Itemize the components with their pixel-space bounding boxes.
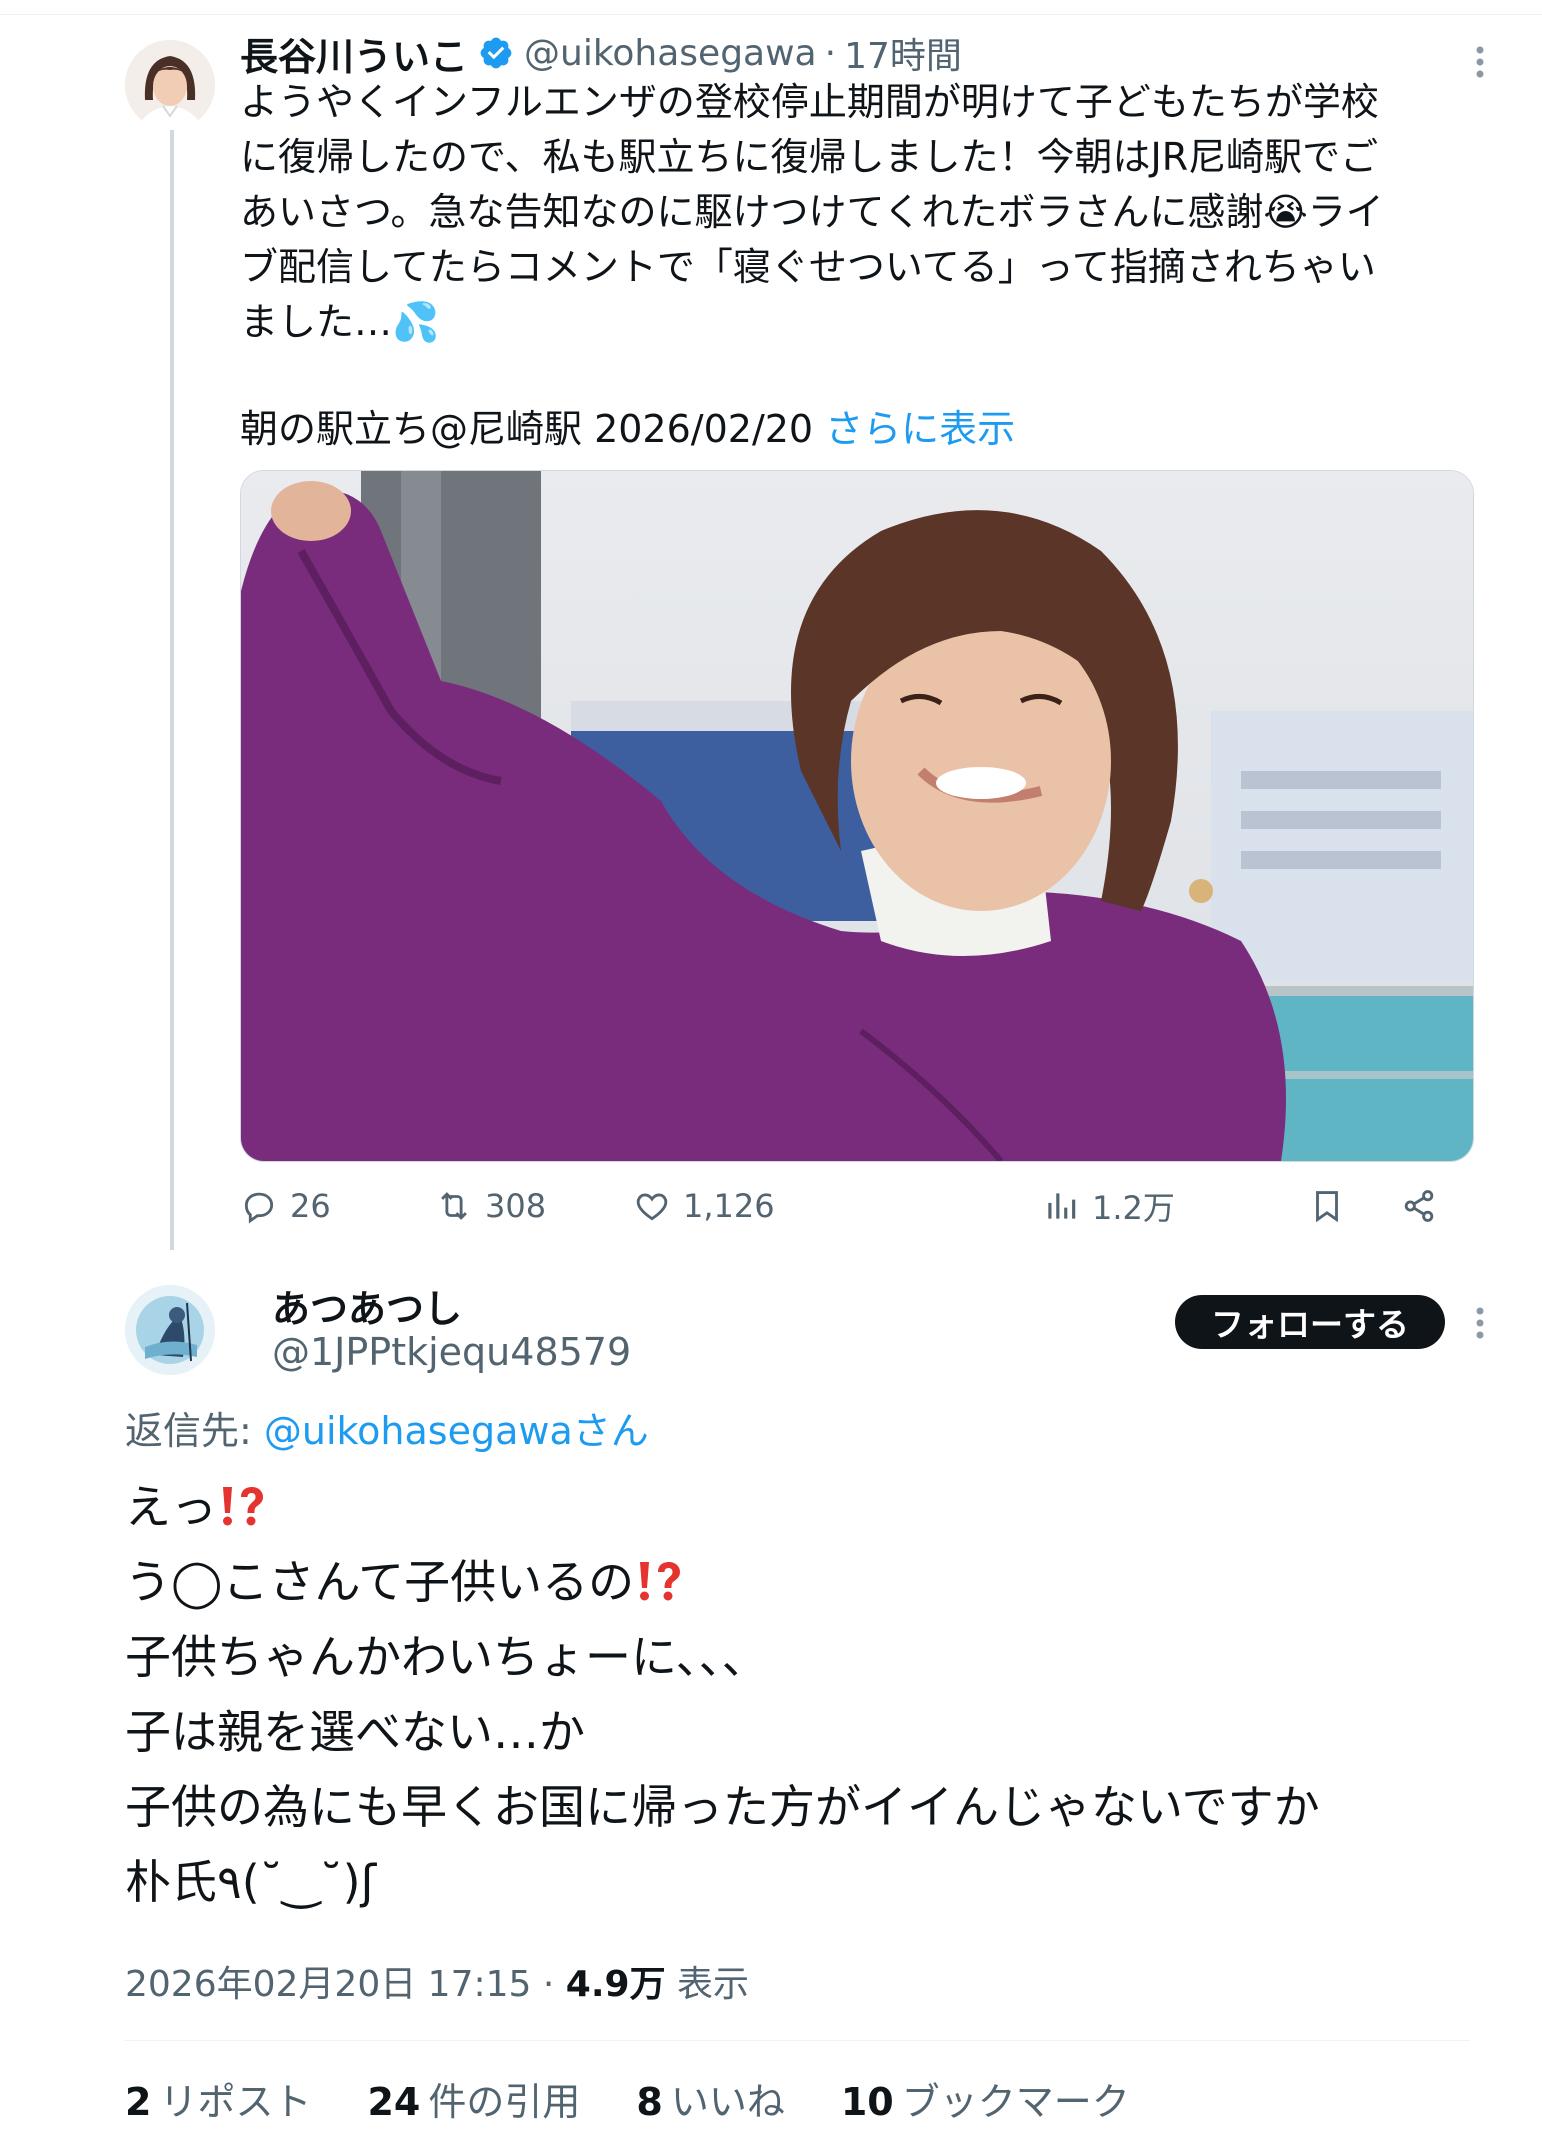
retweet-button[interactable]: 308 bbox=[435, 1180, 546, 1232]
bookmarks-label: ブックマーク bbox=[901, 2079, 1130, 2124]
quotes-label: 件の引用 bbox=[428, 2079, 581, 2124]
views-button[interactable]: 1.2万 bbox=[1042, 1180, 1175, 1232]
reposts-label: リポスト bbox=[159, 2079, 312, 2124]
retweet-count: 308 bbox=[485, 1187, 547, 1225]
reply-line: 朴氏٩(˘‿˘)ʃ bbox=[125, 1855, 377, 1909]
bookmark-icon bbox=[1316, 1191, 1338, 1223]
bookmark-button[interactable] bbox=[1308, 1180, 1358, 1232]
replying-to: 返信先: @uikohasegawaさん bbox=[125, 1400, 649, 1455]
reply-author-name[interactable]: あつあつし bbox=[272, 1278, 462, 1333]
replying-mention[interactable]: @uikohasegawaさん bbox=[264, 1409, 649, 1453]
thread-connector bbox=[170, 120, 174, 1250]
reply-icon bbox=[244, 1192, 274, 1224]
views-icon bbox=[1048, 1193, 1076, 1219]
author-avatar[interactable] bbox=[125, 40, 215, 130]
tweet-text: ようやくインフルエンザの登校停止期間が明けて子どもたちが学校 に復帰したので、私… bbox=[240, 80, 1384, 344]
reply-count: 26 bbox=[290, 1187, 331, 1225]
reply-line: う◯こさんて子供いるの bbox=[125, 1545, 1485, 1620]
like-icon bbox=[636, 1193, 668, 1221]
tweet-footer-text: 朝の駅立ち@尼崎駅 2026/02/20 bbox=[240, 407, 814, 451]
like-button[interactable]: 1,126 bbox=[633, 1180, 775, 1232]
exclamation-question-icon bbox=[223, 1487, 263, 1526]
author-handle[interactable]: @uikohasegawa bbox=[524, 33, 817, 74]
reply-line: 子供ちゃんかわいちょーに、、、 bbox=[125, 1630, 768, 1684]
retweet-icon bbox=[441, 1192, 467, 1220]
reply-line: 子は親を選べない…か bbox=[125, 1705, 585, 1759]
reply-line: えっ bbox=[125, 1470, 1485, 1545]
likes-count: 8 bbox=[636, 2079, 663, 2124]
quotes-stat[interactable]: 24 件の引用 bbox=[367, 2071, 580, 2126]
reply-timestamp[interactable]: 2026年02月20日 17:15 bbox=[125, 1964, 531, 2005]
likes-label: いいね bbox=[670, 2079, 785, 2124]
reply-line-text: えっ bbox=[125, 1480, 217, 1534]
top-divider bbox=[0, 14, 1542, 15]
tweet-header: 長谷川ういこ @uikohasegawa · 17時間 bbox=[240, 27, 962, 79]
reply-line: 子供の為にも早くお国に帰った方がイイんじゃないですか bbox=[125, 1780, 1320, 1834]
show-more-link[interactable]: さらに表示 bbox=[825, 407, 1015, 451]
share-button[interactable] bbox=[1400, 1180, 1450, 1232]
reply-views-count: 4.9万 bbox=[565, 1964, 666, 2005]
meta-separator: · bbox=[542, 1964, 555, 2005]
quotes-count: 24 bbox=[367, 2079, 421, 2124]
author-name[interactable]: 長谷川ういこ bbox=[240, 26, 468, 81]
exclamation-question-icon bbox=[640, 1562, 681, 1601]
bookmarks-stat[interactable]: 10 ブックマーク bbox=[841, 2071, 1130, 2126]
likes-stat[interactable]: 8 いいね bbox=[636, 2071, 784, 2126]
tweet-subline: 朝の駅立ち@尼崎駅 2026/02/20 さらに表示 bbox=[240, 402, 1015, 457]
reply-stats: 2 リポスト 24 件の引用 8 いいね 10 ブックマーク bbox=[125, 2068, 1186, 2128]
reply-meta: 2026年02月20日 17:15 · 4.9万 表示 bbox=[125, 1955, 749, 2007]
reply-views-label: 表示 bbox=[677, 1964, 750, 2005]
tweet-photo[interactable] bbox=[240, 470, 1474, 1162]
reply-line-text: う◯こさんて子供いるの bbox=[125, 1555, 635, 1609]
replying-prefix: 返信先: bbox=[125, 1409, 264, 1453]
reply-author-avatar[interactable] bbox=[125, 1285, 215, 1375]
reposts-count: 2 bbox=[125, 2079, 152, 2124]
share-icon bbox=[1404, 1190, 1434, 1222]
reply-text: えっ う◯こさんて子供いるの 子供ちゃんかわいちょーに、、、 子は親を選べない…… bbox=[125, 1470, 1485, 1920]
header-separator: · bbox=[824, 32, 837, 74]
stats-divider bbox=[125, 2040, 1470, 2041]
verified-badge-icon bbox=[480, 37, 512, 69]
like-count: 1,126 bbox=[683, 1187, 775, 1225]
views-count: 1.2万 bbox=[1092, 1189, 1175, 1227]
follow-button[interactable]: フォローする bbox=[1175, 1295, 1445, 1349]
bookmarks-count: 10 bbox=[840, 2079, 894, 2124]
reply-author-handle[interactable]: @1JPPtkjequ48579 bbox=[272, 1330, 631, 1374]
reply-button[interactable]: 26 bbox=[240, 1180, 331, 1232]
tweet-time[interactable]: 17時間 bbox=[844, 27, 962, 79]
reply-more-icon[interactable] bbox=[1472, 1303, 1488, 1343]
tweet-actions: 26 308 1,126 1.2万 bbox=[240, 1180, 1480, 1232]
reposts-stat[interactable]: 2 リポスト bbox=[125, 2071, 311, 2126]
